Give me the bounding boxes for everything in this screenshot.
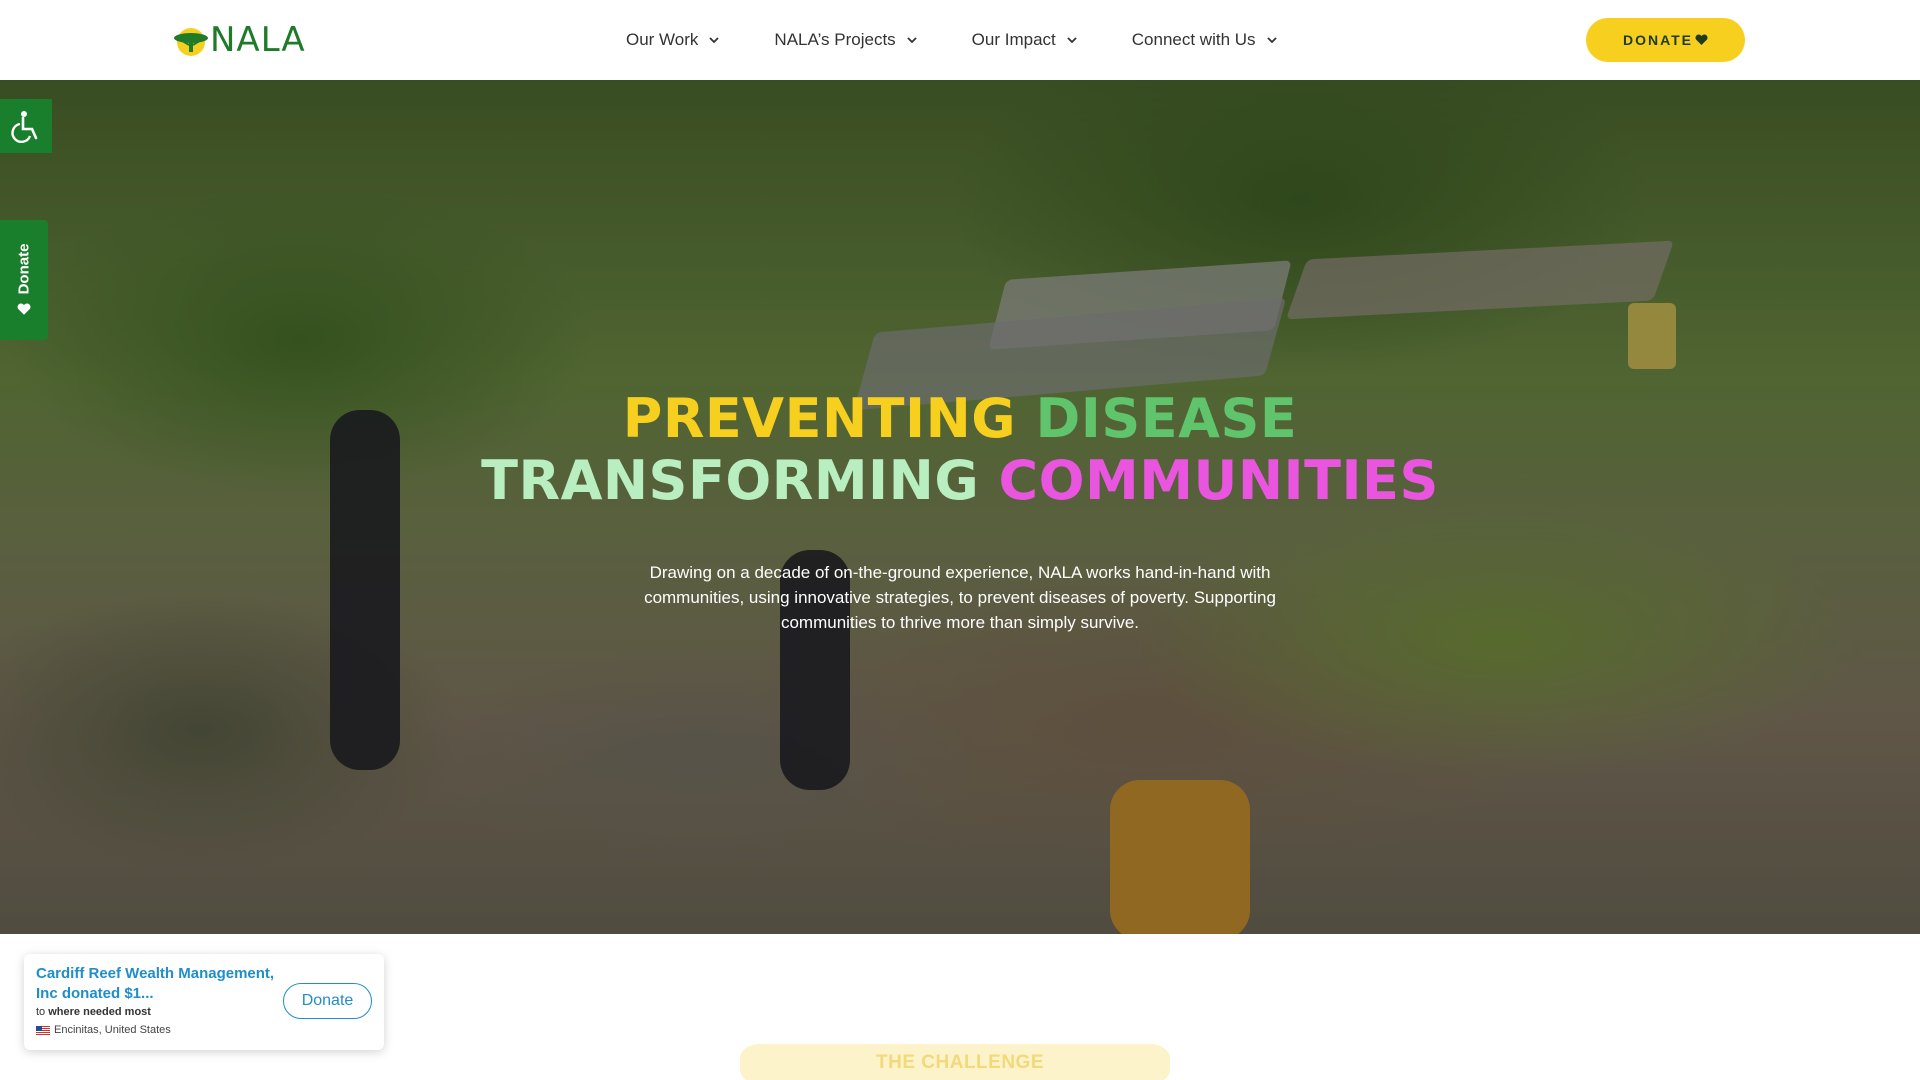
logo[interactable]: NALA (172, 20, 306, 60)
challenge-heading: THE CHALLENGE (876, 1052, 1044, 1073)
donate-button[interactable]: DONATE (1586, 18, 1745, 62)
chevron-down-icon (907, 37, 917, 44)
notification-to-target: where needed most (48, 1006, 151, 1018)
donate-button-label: DONATE (1622, 32, 1694, 48)
chevron-down-icon (1067, 37, 1077, 44)
nav-label: Connect with Us (1131, 30, 1256, 49)
hero-title-preventing: PREVENTING (622, 387, 1017, 450)
nav-label: NALA’s Projects (774, 30, 896, 49)
heart-icon (17, 303, 31, 315)
hero-title-disease: DISEASE (1035, 387, 1298, 450)
accessibility-toolbar-button[interactable] (0, 99, 52, 153)
logo-acacia-icon (174, 28, 208, 56)
sticky-donate-label: Donate (15, 243, 33, 295)
sticky-donate-tab[interactable]: Donate (0, 220, 48, 340)
notification-location-text: Encinitas, United States (54, 1024, 171, 1036)
hero-title-transforming: TRANSFORMING (481, 449, 980, 512)
nav-our-impact[interactable]: Our Impact (972, 30, 1078, 50)
accessibility-icon (11, 111, 38, 143)
notification-location: Encinitas, United States (36, 1024, 171, 1036)
nav-our-work[interactable]: Our Work (626, 30, 720, 50)
hero-subtitle: Drawing on a decade of on-the-ground exp… (644, 563, 1276, 632)
hero-section: PREVENTING DISEASE TRANSFORMING COMMUNIT… (0, 80, 1920, 934)
site-header: NALA Our Work NALA’s Projects Our Impact… (0, 0, 1920, 80)
nav-label: Our Work (626, 30, 699, 49)
notification-title: Cardiff Reef Wealth Management, Inc dona… (36, 965, 275, 1002)
donation-notification: Cardiff Reef Wealth Management, Inc dona… (24, 954, 384, 1050)
sticky-donate-content: Donate (16, 244, 33, 317)
nav-connect-with-us[interactable]: Connect with Us (1132, 30, 1278, 50)
chevron-down-icon (1266, 37, 1277, 44)
nav-label: Our Impact (971, 30, 1056, 49)
notification-target: to where needed most (36, 1006, 151, 1018)
hero-title-communities: COMMUNITIES (998, 449, 1439, 512)
notification-to-prefix: to (36, 1006, 46, 1018)
logo-text: NALA (210, 20, 306, 60)
hero-title: PREVENTING DISEASE TRANSFORMING COMMUNIT… (0, 388, 1920, 512)
nav-nala-projects[interactable]: NALA’s Projects (774, 30, 917, 50)
main-nav: Our Work NALA’s Projects Our Impact Conn… (626, 24, 1332, 56)
heart-icon (1695, 34, 1708, 45)
flag-us-icon (36, 1025, 50, 1035)
notification-donate-button[interactable]: Donate (283, 983, 372, 1019)
chevron-down-icon (709, 37, 720, 44)
